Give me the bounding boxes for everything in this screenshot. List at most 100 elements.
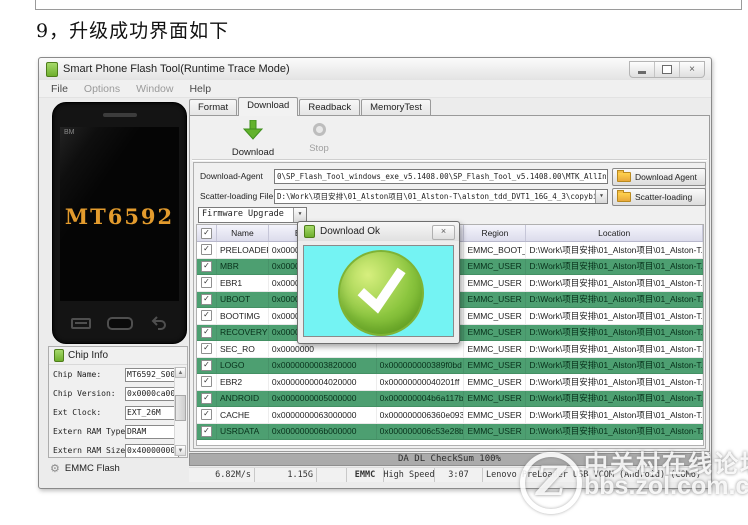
row-checkbox[interactable] bbox=[200, 392, 212, 404]
cell-name: USRDATA bbox=[217, 423, 269, 439]
menu-options[interactable]: Options bbox=[76, 83, 128, 95]
dialog-close-button[interactable]: × bbox=[432, 225, 455, 240]
checkbox-cell bbox=[197, 390, 217, 406]
column-header-region[interactable]: Region bbox=[464, 225, 527, 241]
title-bar[interactable]: Smart Phone Flash Tool(Runtime Trace Mod… bbox=[39, 58, 711, 81]
maximize-button[interactable] bbox=[654, 62, 679, 77]
chevron-down-icon[interactable]: ▼ bbox=[293, 208, 306, 222]
cell-begin: 0x0000000005000000 bbox=[269, 390, 377, 406]
select-all-cell bbox=[197, 225, 217, 241]
column-header-location[interactable]: Location bbox=[526, 225, 703, 241]
home-key-icon bbox=[106, 316, 133, 330]
row-checkbox[interactable] bbox=[200, 359, 212, 371]
cell-end: 0x000000000389f0bd bbox=[377, 357, 465, 373]
tab-format[interactable]: Format bbox=[189, 99, 238, 116]
scatter-loading-button[interactable]: Scatter-loading bbox=[612, 188, 706, 206]
download-agent-row: Download-Agent 0\SP_Flash_Tool_windows_e… bbox=[194, 168, 706, 186]
chip-field-label: Extern RAM Type: bbox=[53, 427, 131, 436]
window-title: Smart Phone Flash Tool(Runtime Trace Mod… bbox=[63, 63, 290, 75]
cell-region: EMMC_USER bbox=[464, 324, 527, 340]
table-row-android[interactable]: ANDROID0x00000000050000000x000000004b6a1… bbox=[197, 390, 703, 407]
chip-field-value[interactable]: MT6592_S00 bbox=[125, 367, 179, 382]
checkbox-cell bbox=[197, 258, 217, 274]
chip-field-value[interactable]: DRAM bbox=[125, 424, 179, 439]
cell-region: EMMC_USER bbox=[464, 291, 527, 307]
row-checkbox[interactable] bbox=[200, 244, 212, 256]
chip-field-label: Chip Name: bbox=[53, 370, 102, 379]
chip-field-row: Extern RAM Type: DRAM bbox=[49, 422, 187, 441]
status-segment: 1.15G bbox=[255, 468, 317, 482]
row-checkbox[interactable] bbox=[200, 326, 212, 338]
table-row-cache[interactable]: CACHE0x00000000630000000x000000006360e09… bbox=[197, 407, 703, 424]
select-all-checkbox[interactable] bbox=[200, 227, 212, 239]
cell-region: EMMC_BOOT_1 bbox=[464, 242, 527, 258]
scatter-file-value: D:\Work\项目安排\01_Alston项目\01_Alston-T\als… bbox=[277, 192, 608, 201]
chip-field-row: Chip Version: 0x0000ca00 bbox=[49, 384, 187, 403]
scatter-file-combo[interactable]: D:\Work\项目安排\01_Alston项目\01_Alston-T\als… bbox=[274, 189, 608, 204]
menu-key-icon bbox=[71, 317, 91, 329]
scroll-up-icon[interactable]: ▲ bbox=[175, 367, 186, 378]
cell-begin: 0x0000000003820000 bbox=[269, 357, 377, 373]
chip-field-value[interactable]: EXT_26M bbox=[125, 405, 179, 420]
cell-name: BOOTIMG bbox=[217, 308, 269, 324]
cell-end: 0x000000006c53e28b bbox=[377, 423, 465, 439]
cell-name: EBR2 bbox=[217, 374, 269, 390]
phone-screen: BM MT6592 bbox=[60, 127, 179, 301]
menu-help[interactable]: Help bbox=[181, 83, 219, 95]
maximize-icon bbox=[662, 65, 672, 74]
menu-window[interactable]: Window bbox=[128, 83, 181, 95]
row-checkbox[interactable] bbox=[200, 343, 212, 355]
cell-region: EMMC_USER bbox=[464, 374, 527, 390]
table-row-usrdata[interactable]: USRDATA0x000000006b0000000x000000006c53e… bbox=[197, 423, 703, 440]
progress-bar: DA DL CheckSum 100% bbox=[189, 453, 710, 466]
close-icon: × bbox=[440, 226, 447, 236]
row-checkbox[interactable] bbox=[200, 277, 212, 289]
menu-file[interactable]: File bbox=[43, 83, 76, 95]
page-heading: 9，升级成功界面如下 bbox=[36, 20, 230, 42]
cell-location: D:\Work\项目安排\01_Alston项目\01_Alston-T... bbox=[526, 275, 703, 291]
status-segment bbox=[317, 468, 347, 482]
status-segment: High Speed bbox=[384, 468, 435, 482]
row-checkbox[interactable] bbox=[200, 293, 212, 305]
chip-info-scrollbar[interactable]: ▲ ▼ bbox=[174, 367, 186, 456]
tab-memorytest[interactable]: MemoryTest bbox=[361, 99, 431, 116]
row-checkbox[interactable] bbox=[200, 260, 212, 272]
table-row-ebr2[interactable]: EBR20x00000000040200000x00000000040201ff… bbox=[197, 374, 703, 391]
gear-icon: ⚙ bbox=[50, 462, 60, 475]
download-agent-value: 0\SP_Flash_Tool_windows_exe_v5.1408.00\S… bbox=[277, 172, 607, 181]
chip-field-value[interactable]: 0x0000ca00 bbox=[125, 386, 179, 401]
phone-preview: BM MT6592 bbox=[52, 102, 187, 344]
cell-region: EMMC_USER bbox=[464, 275, 527, 291]
checkbox-cell bbox=[197, 242, 217, 258]
stop-button[interactable]: Stop bbox=[294, 120, 344, 156]
dialog-app-icon bbox=[304, 225, 315, 238]
column-header-name[interactable]: Name bbox=[217, 225, 269, 241]
row-checkbox[interactable] bbox=[200, 425, 212, 437]
download-agent-button[interactable]: Download Agent bbox=[612, 168, 706, 186]
dialog-title-bar[interactable]: Download Ok × bbox=[298, 222, 459, 241]
cell-name: CACHE bbox=[217, 407, 269, 423]
download-button[interactable]: Download bbox=[216, 119, 290, 158]
status-segment: EMMC bbox=[347, 468, 384, 482]
chip-field-value[interactable]: 0x40000000 bbox=[125, 443, 179, 457]
row-checkbox[interactable] bbox=[200, 376, 212, 388]
checkbox-cell bbox=[197, 275, 217, 291]
tab-download[interactable]: Download bbox=[238, 97, 299, 116]
row-checkbox[interactable] bbox=[200, 310, 212, 322]
chip-info-icon bbox=[54, 349, 64, 362]
chip-field-label: Extern RAM Size: bbox=[53, 446, 131, 455]
table-row-logo[interactable]: LOGO0x00000000038200000x000000000389f0bd… bbox=[197, 357, 703, 374]
chevron-down-icon[interactable]: ▼ bbox=[595, 190, 607, 203]
close-button[interactable]: × bbox=[679, 62, 704, 77]
scrollbar-thumb[interactable] bbox=[175, 395, 186, 421]
mode-select[interactable]: Firmware Upgrade ▼ bbox=[198, 207, 307, 223]
cell-location: D:\Work\项目安排\01_Alston项目\01_Alston-T... bbox=[526, 374, 703, 390]
minimize-button[interactable] bbox=[630, 62, 654, 77]
row-checkbox[interactable] bbox=[200, 409, 212, 421]
cell-name: UBOOT bbox=[217, 291, 269, 307]
scroll-down-icon[interactable]: ▼ bbox=[175, 445, 186, 456]
cell-location: D:\Work\项目安排\01_Alston项目\01_Alston-T... bbox=[526, 242, 703, 258]
tab-readback[interactable]: Readback bbox=[299, 99, 361, 116]
download-agent-input[interactable]: 0\SP_Flash_Tool_windows_exe_v5.1408.00\S… bbox=[274, 169, 608, 184]
phone-nav-bar bbox=[53, 315, 186, 331]
